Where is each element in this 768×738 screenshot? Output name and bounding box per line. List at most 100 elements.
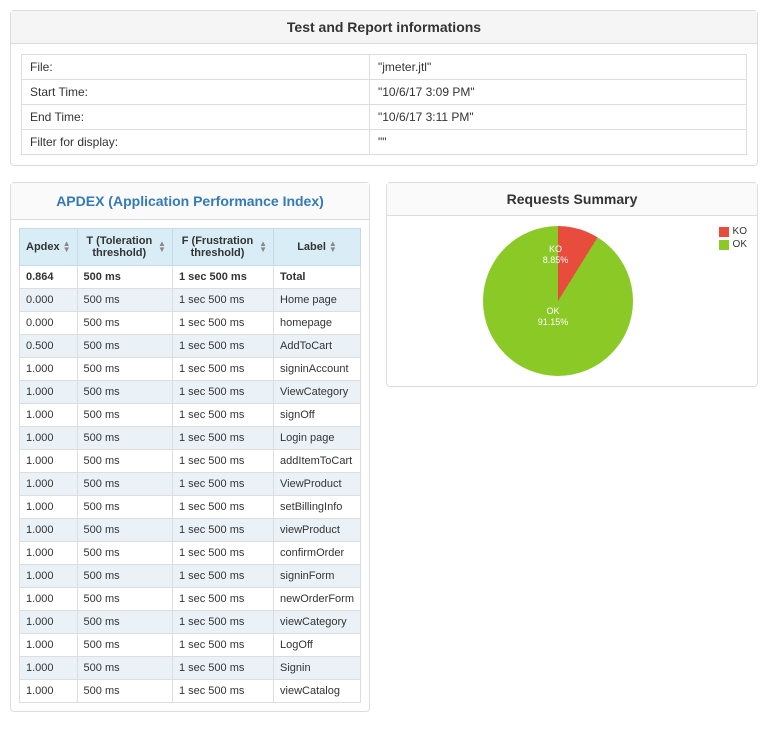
- table-cell: 1.000: [20, 519, 78, 542]
- apdex-header-label: Label: [297, 241, 326, 253]
- info-label: File:: [22, 55, 370, 80]
- table-row: 1.000500 ms1 sec 500 msLogin page: [20, 427, 361, 450]
- table-row: 1.000500 ms1 sec 500 mssetBillingInfo: [20, 496, 361, 519]
- table-row: 1.000500 ms1 sec 500 msLogOff: [20, 634, 361, 657]
- legend-item: KO: [719, 226, 747, 237]
- table-cell: 1.000: [20, 473, 78, 496]
- table-row: 1.000500 ms1 sec 500 msSignin: [20, 657, 361, 680]
- table-row: 0.000500 ms1 sec 500 msHome page: [20, 289, 361, 312]
- sort-icon: ▲▼: [158, 241, 166, 253]
- table-cell: viewCatalog: [274, 680, 361, 703]
- table-cell: LogOff: [274, 634, 361, 657]
- table-cell: ViewProduct: [274, 473, 361, 496]
- table-row: 0.000500 ms1 sec 500 mshomepage: [20, 312, 361, 335]
- table-cell: 500 ms: [77, 496, 172, 519]
- table-cell: 1 sec 500 ms: [172, 496, 273, 519]
- apdex-header-row: Apdex▲▼T (Toleration threshold)▲▼F (Frus…: [20, 229, 361, 266]
- table-cell: 500 ms: [77, 473, 172, 496]
- table-cell: 1 sec 500 ms: [172, 381, 273, 404]
- table-cell: ViewCategory: [274, 381, 361, 404]
- table-cell: 1 sec 500 ms: [172, 427, 273, 450]
- table-cell: viewCategory: [274, 611, 361, 634]
- table-row: 1.000500 ms1 sec 500 msviewCategory: [20, 611, 361, 634]
- table-cell: 500 ms: [77, 542, 172, 565]
- info-label: Filter for display:: [22, 130, 370, 155]
- table-cell: 1.000: [20, 404, 78, 427]
- summary-title: Requests Summary: [387, 183, 757, 216]
- info-panel-title: Test and Report informations: [11, 11, 757, 44]
- table-cell: 1 sec 500 ms: [172, 335, 273, 358]
- table-row: 1.000500 ms1 sec 500 mssigninForm: [20, 565, 361, 588]
- table-row: 1.000500 ms1 sec 500 msconfirmOrder: [20, 542, 361, 565]
- table-cell: addItemToCart: [274, 450, 361, 473]
- table-cell: 1.000: [20, 634, 78, 657]
- apdex-header[interactable]: F (Frustration threshold)▲▼: [172, 229, 273, 266]
- apdex-title: APDEX (Application Performance Index): [11, 183, 369, 220]
- table-cell: 0.500: [20, 335, 78, 358]
- table-cell: 1 sec 500 ms: [172, 611, 273, 634]
- apdex-header[interactable]: Label▲▼: [274, 229, 361, 266]
- sort-icon: ▲▼: [259, 241, 267, 253]
- table-row: 1.000500 ms1 sec 500 msnewOrderForm: [20, 588, 361, 611]
- table-cell: 1 sec 500 ms: [172, 519, 273, 542]
- table-cell: signOff: [274, 404, 361, 427]
- table-cell: 500 ms: [77, 450, 172, 473]
- table-row: 1.000500 ms1 sec 500 mssignOff: [20, 404, 361, 427]
- table-cell: 500 ms: [77, 358, 172, 381]
- pie-chart: KO8.85% OK91.15%: [483, 226, 633, 376]
- legend-swatch: [719, 227, 729, 237]
- table-cell: 500 ms: [77, 565, 172, 588]
- apdex-header-label: F (Frustration threshold): [179, 235, 256, 259]
- table-cell: 0.000: [20, 289, 78, 312]
- table-row: 1.000500 ms1 sec 500 msviewCatalog: [20, 680, 361, 703]
- table-cell: 500 ms: [77, 680, 172, 703]
- summary-panel: Requests Summary KO8.85% OK91.15% KOOK: [386, 182, 758, 387]
- legend: KOOK: [719, 226, 747, 376]
- table-cell: 500 ms: [77, 404, 172, 427]
- info-panel-body: File:"jmeter.jtl"Start Time:"10/6/17 3:0…: [11, 44, 757, 165]
- table-cell: 1.000: [20, 680, 78, 703]
- table-cell: 500 ms: [77, 381, 172, 404]
- table-cell: Home page: [274, 289, 361, 312]
- sort-icon: ▲▼: [63, 241, 71, 253]
- table-cell: confirmOrder: [274, 542, 361, 565]
- info-label: Start Time:: [22, 80, 370, 105]
- table-cell: 500 ms: [77, 312, 172, 335]
- table-cell: 1.000: [20, 565, 78, 588]
- table-cell: Login page: [274, 427, 361, 450]
- apdex-header[interactable]: T (Toleration threshold)▲▼: [77, 229, 172, 266]
- table-cell: 1 sec 500 ms: [172, 312, 273, 335]
- table-cell: 1 sec 500 ms: [172, 358, 273, 381]
- table-cell: 0.864: [20, 266, 78, 289]
- table-cell: 1 sec 500 ms: [172, 657, 273, 680]
- info-row: Filter for display:"": [22, 130, 747, 155]
- table-cell: 1.000: [20, 358, 78, 381]
- info-row: Start Time:"10/6/17 3:09 PM": [22, 80, 747, 105]
- table-cell: 1.000: [20, 427, 78, 450]
- table-cell: Signin: [274, 657, 361, 680]
- apdex-header[interactable]: Apdex▲▼: [20, 229, 78, 266]
- table-cell: homepage: [274, 312, 361, 335]
- pie-slice-label-ko: KO8.85%: [543, 244, 569, 266]
- legend-swatch: [719, 240, 729, 250]
- table-cell: 500 ms: [77, 588, 172, 611]
- table-cell: 500 ms: [77, 634, 172, 657]
- table-cell: 1.000: [20, 542, 78, 565]
- table-cell: 500 ms: [77, 519, 172, 542]
- table-cell: 1 sec 500 ms: [172, 542, 273, 565]
- table-row: 1.000500 ms1 sec 500 msViewProduct: [20, 473, 361, 496]
- table-row: 0.864500 ms1 sec 500 msTotal: [20, 266, 361, 289]
- apdex-table: Apdex▲▼T (Toleration threshold)▲▼F (Frus…: [19, 228, 361, 703]
- info-value: "10/6/17 3:09 PM": [370, 80, 747, 105]
- table-cell: 500 ms: [77, 427, 172, 450]
- pie-slice-label-ok: OK91.15%: [538, 306, 569, 328]
- table-cell: newOrderForm: [274, 588, 361, 611]
- table-cell: 1.000: [20, 657, 78, 680]
- table-cell: 0.000: [20, 312, 78, 335]
- table-cell: 500 ms: [77, 611, 172, 634]
- table-cell: 1 sec 500 ms: [172, 473, 273, 496]
- table-cell: viewProduct: [274, 519, 361, 542]
- table-cell: AddToCart: [274, 335, 361, 358]
- chart-area: KO8.85% OK91.15% KOOK: [387, 216, 757, 386]
- table-cell: 1 sec 500 ms: [172, 404, 273, 427]
